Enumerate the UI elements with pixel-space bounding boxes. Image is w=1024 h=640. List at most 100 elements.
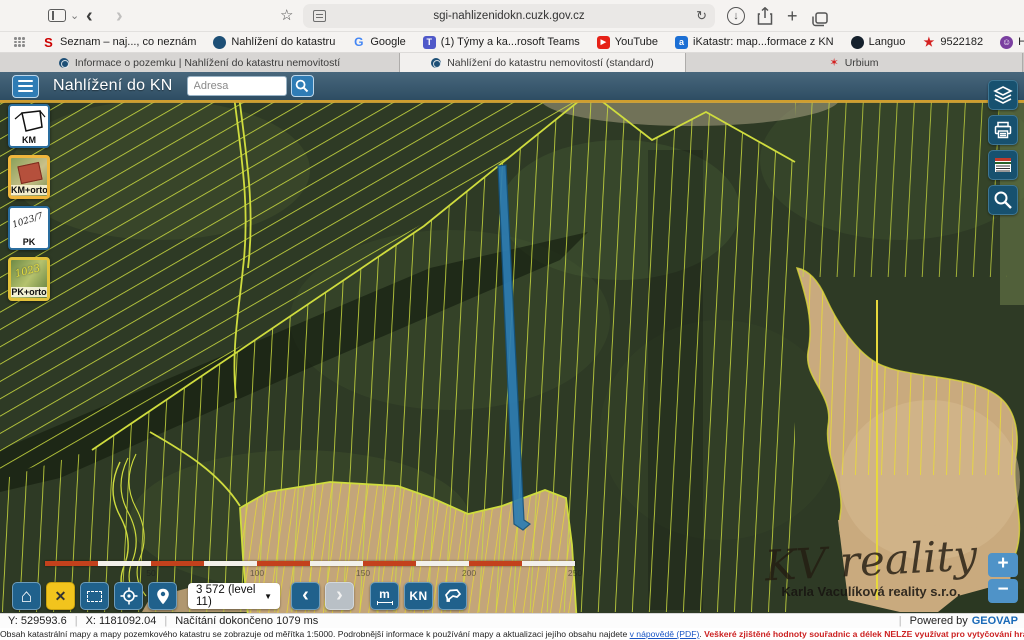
bookmark-edookit[interactable]: ☺Hlavní panel ....edookit.com bbox=[1000, 36, 1024, 49]
select-area-button[interactable] bbox=[80, 582, 109, 610]
bookmark-teams[interactable]: T(1) Týmy a ka...rosoft Teams bbox=[423, 36, 580, 49]
home-button[interactable]: ⌂ bbox=[12, 582, 41, 610]
layer-button-pk[interactable]: 1023/7 PK bbox=[8, 206, 50, 250]
search-icon bbox=[295, 79, 309, 93]
layer-switcher: KM KM+orto 1023/7 PK 1023 PK+orto bbox=[8, 104, 50, 301]
reload-icon[interactable]: ↻ bbox=[696, 4, 707, 28]
star-icon: ★ bbox=[922, 36, 935, 49]
bookmarks-grid-icon[interactable] bbox=[14, 37, 25, 47]
menu-hamburger-button[interactable] bbox=[12, 75, 39, 98]
parcel-sketch-icon bbox=[14, 109, 46, 137]
close-icon: ✕ bbox=[55, 588, 67, 605]
center-position-button[interactable] bbox=[114, 582, 143, 610]
map-viewport[interactable]: Nahlížení do KN KM KM+orto 1023/7 PK 102… bbox=[0, 72, 1024, 613]
disclaimer-warning: Veškeré zjištěné hodnoty souřadnic a dél… bbox=[704, 629, 1024, 639]
browser-back-button[interactable]: ‹ bbox=[86, 0, 93, 32]
bookmark-google[interactable]: GGoogle bbox=[352, 36, 405, 49]
scale-level-select[interactable]: 3 572 (level 11) ▼ bbox=[188, 583, 280, 609]
home-icon: ⌂ bbox=[21, 587, 32, 606]
tab-nahlizeni-standard[interactable]: Nahlížení do katastru nemovitostí (stand… bbox=[400, 53, 686, 72]
browser-forward-button: › bbox=[116, 0, 123, 32]
bookmarks-bar: SSeznam – naj..., co neznám Nahlížení do… bbox=[0, 32, 1024, 53]
browser-toolbar: ⌄ ‹ › ☆ sgi-nahlizenidokn.cuzk.gov.cz ↻ … bbox=[0, 0, 1024, 32]
print-button[interactable] bbox=[988, 115, 1018, 145]
measure-icon: m bbox=[377, 588, 393, 605]
address-bar[interactable]: sgi-nahlizenidokn.cuzk.gov.cz ↻ bbox=[303, 4, 715, 28]
search-button[interactable] bbox=[291, 75, 314, 97]
globe-icon bbox=[213, 36, 226, 49]
powered-by: | Powered by GEOVAP bbox=[891, 615, 1018, 627]
search-icon bbox=[993, 190, 1013, 210]
tab-informace-o-pozemku[interactable]: Informace o pozemku | Nahlížení do katas… bbox=[0, 53, 400, 72]
bookmark-ikatastr[interactable]: aiKatastr: map...formace z KN bbox=[675, 36, 834, 49]
app-header: Nahlížení do KN bbox=[0, 72, 1024, 102]
youtube-icon: ▶ bbox=[597, 36, 610, 49]
coordinate-x: X: 1181092.04 bbox=[86, 615, 157, 627]
tab-favicon-globe bbox=[431, 58, 441, 68]
bookmark-youtube[interactable]: ▶YouTube bbox=[597, 36, 658, 49]
bookmark-9522182[interactable]: ★9522182 bbox=[922, 36, 983, 49]
marker-button[interactable] bbox=[148, 582, 177, 610]
edookit-icon: ☺ bbox=[1000, 36, 1013, 49]
red-parcel-thumb bbox=[17, 162, 42, 184]
target-icon bbox=[120, 587, 138, 605]
new-tab-icon[interactable]: + bbox=[787, 0, 798, 32]
history-back-button[interactable]: ‹ bbox=[291, 582, 320, 610]
dashed-rect-icon bbox=[87, 591, 102, 602]
page-settings-icon[interactable] bbox=[313, 10, 326, 22]
loading-status: Načítání dokončeno 1079 ms bbox=[175, 615, 318, 627]
status-bar: Y: 529593.6 | X: 1181092.04 | Načítání d… bbox=[0, 613, 1024, 628]
pkorto-thumb-text: 1023 bbox=[14, 263, 41, 280]
address-search-input[interactable] bbox=[187, 76, 287, 96]
chevron-down-icon[interactable]: ⌄ bbox=[70, 0, 79, 32]
tab-urbium[interactable]: ✶Urbium bbox=[686, 53, 1023, 72]
lasso-select-button[interactable] bbox=[438, 582, 467, 610]
zoom-in-button[interactable]: + bbox=[988, 553, 1018, 577]
measure-button[interactable]: m bbox=[370, 582, 399, 610]
zoom-out-button[interactable]: − bbox=[988, 579, 1018, 603]
bookmark-seznam[interactable]: SSeznam – naj..., co neznám bbox=[42, 36, 196, 49]
google-icon: G bbox=[352, 36, 365, 49]
printer-icon bbox=[994, 121, 1012, 139]
map-search-button[interactable] bbox=[988, 185, 1018, 215]
map-scale-bar bbox=[45, 561, 575, 566]
kn-info-button[interactable]: KN bbox=[404, 582, 433, 610]
favorites-star-icon[interactable]: ☆ bbox=[280, 0, 293, 32]
map-tools-right bbox=[988, 80, 1018, 215]
bookmark-katastr[interactable]: Nahlížení do katastru bbox=[213, 36, 335, 49]
map-pin-icon bbox=[156, 588, 170, 605]
footer-disclaimer: Obsah katastrální mapy a mapy pozemkovéh… bbox=[0, 628, 1024, 640]
forward-chevron-icon: › bbox=[336, 585, 343, 608]
legend-button[interactable] bbox=[988, 150, 1018, 180]
layer-button-pk-orto[interactable]: 1023 PK+orto bbox=[8, 257, 50, 301]
close-tool-button[interactable]: ✕ bbox=[46, 582, 75, 610]
layer-button-km-orto[interactable]: KM+orto bbox=[8, 155, 50, 199]
help-pdf-link[interactable]: v nápovědě (PDF) bbox=[630, 629, 700, 639]
map-toolbar: ⌂ ✕ 3 572 (level 11) ▼ ‹ › m KN bbox=[12, 582, 467, 610]
urbium-icon: ✶ bbox=[829, 56, 838, 69]
legend-table-icon bbox=[994, 156, 1012, 174]
seznam-icon: S bbox=[42, 36, 55, 49]
bookmark-languo[interactable]: Languo bbox=[851, 36, 906, 49]
layer-button-km[interactable]: KM bbox=[8, 104, 50, 148]
tab-bar: Informace o pozemku | Nahlížení do katas… bbox=[0, 53, 1024, 72]
map-canvas[interactable] bbox=[0, 72, 1024, 613]
downloads-icon[interactable]: ↓ bbox=[727, 7, 745, 25]
history-forward-button: › bbox=[325, 582, 354, 610]
scale-bar-labels: 50 100 150 200 250 bbox=[45, 568, 585, 578]
tab-favicon-globe bbox=[59, 58, 69, 68]
app-title: Nahlížení do KN bbox=[53, 77, 173, 95]
coordinate-y: Y: 529593.6 bbox=[8, 615, 67, 627]
sidebar-toggle-icon[interactable] bbox=[48, 9, 66, 22]
disclaimer-text: Obsah katastrální mapy a mapy pozemkovéh… bbox=[0, 629, 627, 639]
chevron-down-icon: ▼ bbox=[264, 592, 272, 601]
layers-icon bbox=[993, 85, 1013, 105]
pk-thumb-text: 1023/7 bbox=[11, 211, 44, 230]
languo-icon bbox=[851, 36, 864, 49]
zoom-control: + − bbox=[988, 553, 1018, 603]
back-chevron-icon: ‹ bbox=[302, 585, 309, 608]
geovap-link[interactable]: GEOVAP bbox=[972, 615, 1018, 627]
ikatastr-icon: a bbox=[675, 36, 688, 49]
teams-icon: T bbox=[423, 36, 436, 49]
layers-button[interactable] bbox=[988, 80, 1018, 110]
